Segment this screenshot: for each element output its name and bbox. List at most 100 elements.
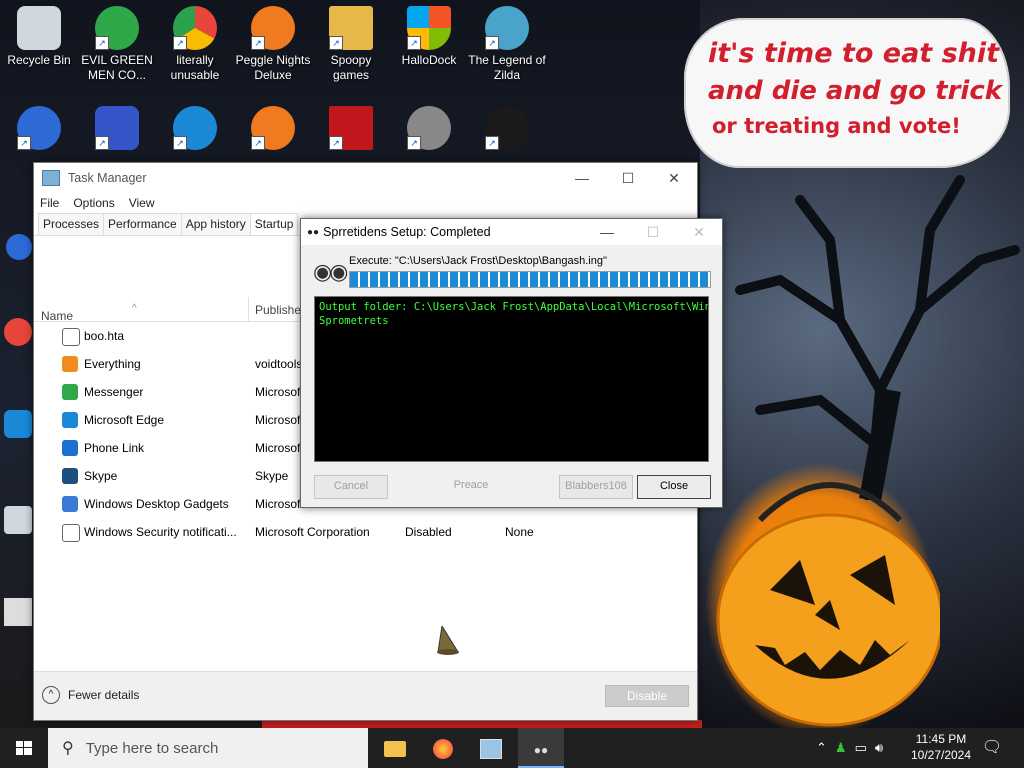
menu-options[interactable]: Options <box>73 196 114 210</box>
bubble-line-3: or treating and vote! <box>712 114 961 138</box>
setup-title: Sprretidens Setup: Completed <box>323 225 491 239</box>
magnifier-icon <box>62 356 78 372</box>
desktop-icon-chrome[interactable]: ↗ literally unusable <box>156 6 234 83</box>
desktop-icon-peggle[interactable]: ↗ Peggle Nights Deluxe <box>234 6 312 83</box>
row-publisher: Skype <box>255 469 289 483</box>
column-divider[interactable] <box>248 297 250 321</box>
control-panel-icon <box>480 739 502 760</box>
fewer-details-label: Fewer details <box>68 688 140 702</box>
setup-titlebar[interactable]: ●● Sprretidens Setup: Completed — ☐ ✕ <box>301 219 722 245</box>
shield-outline-icon <box>62 524 80 542</box>
row-name: boo.hta <box>84 329 125 343</box>
maximize-button[interactable]: ☐ <box>605 170 651 187</box>
edge-icon <box>62 412 78 428</box>
shortcut-arrow-icon: ↗ <box>95 36 109 50</box>
close-dialog-button[interactable]: Close <box>637 475 711 499</box>
shortcut-arrow-icon: ↗ <box>251 136 265 150</box>
tab-performance[interactable]: Performance <box>103 213 182 235</box>
minimize-button[interactable]: — <box>559 170 605 186</box>
taskbar-control-panel[interactable] <box>468 728 514 768</box>
desktop-icon-spoopy-games[interactable]: ↗ Spoopy games <box>312 6 390 83</box>
file-explorer-icon <box>384 741 406 758</box>
file-icon <box>62 328 80 346</box>
speech-bubble: it's time to eat shit and die and go tri… <box>684 18 1010 168</box>
flash-icon: ↗ <box>329 106 373 150</box>
close-button[interactable]: ✕ <box>651 170 697 187</box>
desktop-icon-label: EVIL GREEN MEN CO... <box>81 53 153 82</box>
windows-logo-icon <box>16 741 32 755</box>
cancel-button: Cancel <box>314 475 388 499</box>
taskbar: ⚲ Type here to search ●● ⌃ ♟ ▭ 🔊︎ 11:45 … <box>0 728 1024 768</box>
chevron-up-icon[interactable]: ⌃ <box>816 740 827 756</box>
taskbar-firefox[interactable] <box>420 728 466 768</box>
bubble-line-2: and die and go trick <box>708 76 1003 106</box>
shortcut-arrow-icon: ↗ <box>485 136 499 150</box>
setup-eyes-icon: ●● <box>533 743 549 757</box>
desktop-icon-label: literally unusable <box>170 53 220 82</box>
desktop-icon-yashma[interactable]: ↗ <box>468 106 546 153</box>
firefox-icon <box>433 739 453 760</box>
desktop-icon-peggle-2[interactable]: ↗ <box>234 106 312 153</box>
messenger-tray-icon[interactable]: ♟ <box>835 740 847 756</box>
task-manager-icon <box>42 170 60 186</box>
desktop-icon-evil-green-men[interactable]: ↗ EVIL GREEN MEN CO... <box>78 6 156 83</box>
setup-dialog[interactable]: ●● Sprretidens Setup: Completed — ☐ ✕ ◉◉… <box>300 218 723 508</box>
taskbar-setup[interactable]: ●● <box>518 728 564 768</box>
tab-startup[interactable]: Startup <box>249 213 299 235</box>
execute-status: Execute: "C:\Users\Jack Frost\Desktop\Ba… <box>349 255 607 267</box>
desktop-icon-hallodock[interactable]: ↗ HalloDock <box>390 6 468 68</box>
close-button: ✕ <box>693 223 705 240</box>
row-status: Disabled <box>405 525 452 539</box>
app-icon[interactable] <box>4 410 32 438</box>
row-name: Messenger <box>84 385 144 399</box>
taskbar-file-explorer[interactable] <box>372 728 418 768</box>
details-log[interactable]: Output folder: C:\Users\Jack Frost\AppDa… <box>314 296 709 462</box>
row-impact: None <box>505 525 534 539</box>
clock[interactable]: 11:45 PM 10/27/2024 <box>908 731 974 763</box>
volume-icon[interactable]: 🔊︎ <box>875 740 883 756</box>
spooky-tree-image <box>735 175 1020 500</box>
clock-date: 10/27/2024 <box>910 748 972 762</box>
shortcut-arrow-icon: ↗ <box>17 136 31 150</box>
desktop-icon-rdp[interactable]: ↗ <box>390 106 468 153</box>
clock-time: 11:45 PM <box>915 732 967 746</box>
menu-view[interactable]: View <box>129 196 155 210</box>
window-title: Task Manager <box>68 171 147 185</box>
tab-processes[interactable]: Processes <box>38 213 105 235</box>
task-manager-titlebar[interactable]: Task Manager — ☐ ✕ <box>34 163 697 193</box>
row-name: Windows Desktop Gadgets <box>84 497 229 511</box>
desktop-left-edge-icons <box>0 210 33 630</box>
wallpaper-red-strip <box>262 720 702 728</box>
fewer-details-button[interactable]: ^ Fewer details <box>42 686 139 704</box>
everything-icon[interactable] <box>4 506 32 534</box>
start-button[interactable] <box>0 728 48 768</box>
back-button: Preace <box>453 479 489 491</box>
jack-o-lantern-image <box>716 482 940 727</box>
row-publisher: Microsoft Corporation <box>255 525 370 539</box>
taskbar-search-box[interactable]: ⚲ Type here to search <box>48 728 368 768</box>
desktop-icon-edge[interactable]: ↗ <box>156 106 234 153</box>
bejeweled-icon[interactable] <box>6 234 32 260</box>
desktop-icon-bejeweled[interactable]: ↗ <box>0 106 78 153</box>
yashma-icon: ↗ <box>485 106 529 150</box>
chrome-icon[interactable] <box>4 318 32 346</box>
menu-file[interactable]: File <box>40 196 59 210</box>
network-icon[interactable]: ▭ <box>855 740 867 756</box>
desktop-icon-label: Peggle Nights Deluxe <box>235 53 311 82</box>
desktop-icon-mpl[interactable]: ↗ <box>78 106 156 153</box>
minimize-button[interactable]: — <box>584 224 630 240</box>
table-row[interactable]: Windows Security notificati... Microsoft … <box>34 518 697 546</box>
tab-app-history[interactable]: App history <box>180 213 251 235</box>
shortcut-arrow-icon: ↗ <box>251 36 265 50</box>
chrome-icon: ↗ <box>173 6 217 50</box>
desktop-icon-legend-of-zilda[interactable]: ↗ The Legend of Zilda <box>468 6 546 83</box>
column-publisher[interactable]: Publisher <box>255 303 305 317</box>
installer-icon[interactable] <box>4 598 32 626</box>
notification-icon[interactable]: 🗨︎ <box>980 728 1004 768</box>
bejeweled-icon: ↗ <box>17 106 61 150</box>
desktop-icon-flash[interactable]: ↗ <box>312 106 390 153</box>
disable-button[interactable]: Disable <box>605 685 689 707</box>
rdp-shield-icon: ↗ <box>407 106 451 150</box>
desktop-icon-recycle-bin[interactable]: Recycle Bin <box>0 6 78 68</box>
row-publisher: Microsof <box>255 441 301 455</box>
